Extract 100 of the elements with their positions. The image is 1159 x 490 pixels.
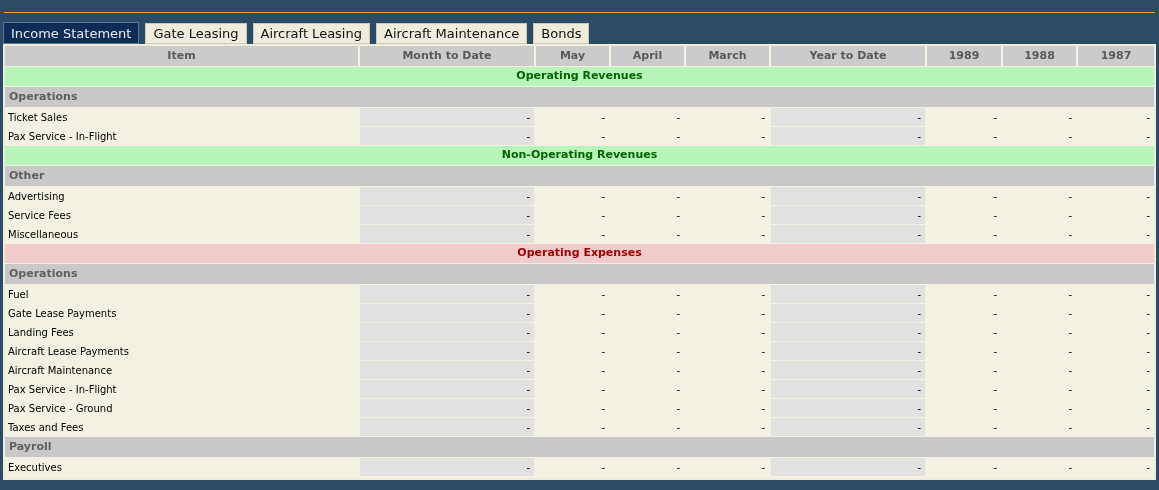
table-cell-text: - [1067,382,1073,397]
row-label: Taxes and Fees [7,420,85,435]
table-cell-text: - [675,420,681,435]
tab[interactable]: Gate Leasing [145,23,247,44]
table-cell-text: - [992,306,998,321]
table-cell-text: - [760,287,766,302]
table-cell-text: - [1145,460,1151,475]
table-cell: - [771,127,925,145]
table-cell-text: - [760,325,766,340]
row-label: Ticket Sales [7,110,69,125]
table-cell-text: - [992,382,998,397]
table-cell: - [771,323,925,341]
table-cell-text: - [600,382,606,397]
row-label: Pax Service - Ground [7,401,114,416]
table-cell-text: - [992,189,998,204]
group-header: Operations [5,87,1154,107]
table-cell-text: - [760,208,766,223]
tab[interactable]: Bonds [533,23,590,44]
table-cell: - [360,187,534,205]
table-cell-text: - [992,227,998,242]
table-cell: - [771,108,925,126]
table-cell-text: - [675,208,681,223]
column-header: Item [5,46,358,66]
group-header: Payroll [5,437,1154,457]
table-cell: - [771,399,925,417]
row-label: Executives [7,460,63,475]
table-cell-text: - [1067,110,1073,125]
table-cell-text: - [600,189,606,204]
row-label: Fuel [7,287,30,302]
section-header: Operating Revenues [5,67,1154,86]
table-cell-text: - [1145,325,1151,340]
group-header: Other [5,166,1154,186]
table-cell: - [360,225,534,243]
table-cell-text: - [992,344,998,359]
column-header: April [611,46,684,66]
row-label: Advertising [7,189,66,204]
table-cell-text: - [760,129,766,144]
table-cell: - [771,304,925,322]
table-cell-text: - [600,460,606,475]
table-cell: - [360,380,534,398]
table-cell-text: - [1145,227,1151,242]
table-cell-text: - [675,129,681,144]
table-cell: - [360,285,534,303]
table-cell-text: - [675,306,681,321]
table-cell-text: - [992,401,998,416]
table-cell-text: - [1145,363,1151,378]
table-cell-text: - [992,363,998,378]
table-cell-text: - [675,227,681,242]
tab[interactable]: Income Statement [3,22,140,44]
table-cell-text: - [760,382,766,397]
row-label: Landing Fees [7,325,75,340]
table-cell-text: - [1067,287,1073,302]
tab[interactable]: Aircraft Maintenance [376,23,528,44]
table-cell-text: - [675,189,681,204]
table-cell-text: - [675,325,681,340]
table-cell-text: - [760,110,766,125]
table-cell-text: - [760,227,766,242]
table-cell-text: - [760,306,766,321]
table-cell-text: - [992,129,998,144]
table-cell-text: - [1067,189,1073,204]
table-cell-text: - [992,208,998,223]
table-cell: - [360,206,534,224]
table-cell-text: - [600,363,606,378]
table-cell-text: - [600,325,606,340]
table-cell-text: - [600,129,606,144]
table-cell-text: - [1145,382,1151,397]
table-cell-text: - [992,287,998,302]
section-header: Non-Operating Revenues [5,146,1154,165]
row-label: Gate Lease Payments [7,306,118,321]
table-cell-text: - [675,401,681,416]
row-label: Aircraft Maintenance [7,363,114,378]
table-cell-text: - [1145,306,1151,321]
table-cell: - [771,206,925,224]
table-cell: - [771,458,925,476]
table-cell-text: - [992,325,998,340]
table-cell: - [360,418,534,436]
table-cell-text: - [600,344,606,359]
table-cell-text: - [600,306,606,321]
tab[interactable]: Aircraft Leasing [252,23,370,44]
table-cell: - [360,127,534,145]
row-label: Pax Service - In-Flight [7,129,118,144]
table-cell-text: - [1145,287,1151,302]
column-header: 1988 [1003,46,1076,66]
table-cell-text: - [992,460,998,475]
table-cell-text: - [1067,401,1073,416]
row-label: Aircraft Lease Payments [7,344,130,359]
table-cell-text: - [760,460,766,475]
row-label: Service Fees [7,208,72,223]
table-cell-text: - [600,401,606,416]
table-cell-text: - [1067,460,1073,475]
table-cell-text: - [1145,401,1151,416]
table-cell: - [360,304,534,322]
table-cell-text: - [600,208,606,223]
table-cell-text: - [992,420,998,435]
table-cell-text: - [1067,306,1073,321]
column-header: 1987 [1078,46,1154,66]
table-cell: - [360,108,534,126]
column-header: Month to Date [360,46,534,66]
table-cell-text: - [675,363,681,378]
table-cell-text: - [1067,325,1073,340]
